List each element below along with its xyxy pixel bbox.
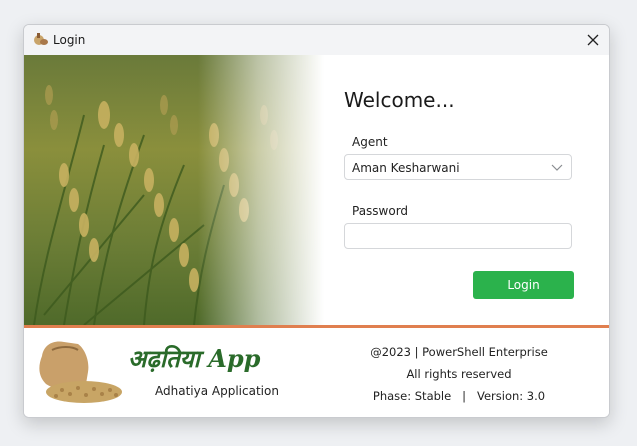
agent-select[interactable]: Aman Kesharwani [344,154,572,180]
chevron-down-icon [551,164,563,171]
welcome-heading: Welcome... [344,88,455,112]
copyright-text: @2023 | PowerShell Enterprise [370,345,548,359]
password-label: Password [352,204,409,218]
login-window: Login Welcome... Agent Aman Kesharwani P… [23,24,610,418]
close-button[interactable] [577,25,609,55]
agent-selected-value: Aman Kesharwani [352,161,460,175]
rights-text: All rights reserved [406,367,512,381]
agent-label: Agent [352,135,388,149]
footer: अढ़तिया App Adhatiya Application @2023 |… [24,328,609,417]
window-title: Login [53,33,86,47]
hero-fade [24,55,324,325]
app-brand-logo: अढ़तिया App [128,344,261,373]
password-field[interactable] [344,223,572,249]
close-icon [587,34,599,46]
login-button[interactable]: Login [473,271,574,299]
grain-sack-image [39,341,122,403]
title-bar: Login [24,25,609,55]
app-subtitle: Adhatiya Application [155,384,279,398]
wheat-field-image [24,55,324,325]
phase-version-text: Phase: Stable | Version: 3.0 [372,389,546,403]
wheat-sack-icon [34,33,48,45]
